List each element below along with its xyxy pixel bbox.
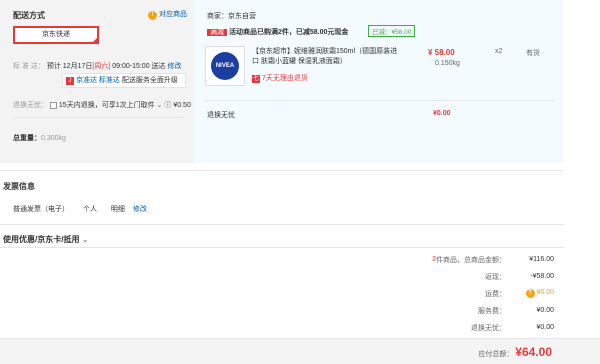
invoice-row: 普通发票（电子） 个人 明细 修改 xyxy=(13,204,147,214)
weight-value: 0.300kg xyxy=(41,135,66,142)
return7-icon: 七 xyxy=(252,75,260,83)
return-info-icon[interactable]: ⓘ xyxy=(164,102,171,109)
total-label: 应付总额： xyxy=(478,351,514,358)
product-title[interactable]: 【京东超市】妮维雅润肤霜150ml（德国原装进口 肤霜小蓝罐 保湿乳液面霜） xyxy=(252,47,404,67)
summary-freight-row: 运费： ? ¥6.00 xyxy=(340,285,554,302)
jd-badge-icon: J xyxy=(66,77,74,85)
divider xyxy=(13,117,183,118)
saved-tag: 已减：¥58.00 xyxy=(368,25,416,37)
selected-corner-icon xyxy=(91,36,99,44)
summary-service-row: 服务费： ¥0.00 xyxy=(340,302,554,319)
eta-date: 预计 12月17日 xyxy=(46,63,93,70)
return-label: 退换无忧： xyxy=(13,102,48,109)
info-icon: ! xyxy=(148,11,157,20)
shipping-method-option[interactable]: 京东快递 xyxy=(13,26,99,44)
summary-items-row: 2 件商品，总商品金额： ¥116.00 xyxy=(340,251,554,268)
summary-discount-row: 返现： -¥58.00 xyxy=(340,268,554,285)
service-label: 服务费： xyxy=(478,307,506,315)
coupon-toggle[interactable]: 使用优惠/京东卡/抵用 ⌄ xyxy=(3,234,88,245)
product-qty: x2 xyxy=(495,48,503,55)
eta-edit-link[interactable]: 修改 xyxy=(167,63,181,70)
noworry-label: 退换无忧 xyxy=(207,112,235,119)
total-bar: 应付总额： ¥64.00 xyxy=(0,338,600,364)
discount-value: -¥58.00 xyxy=(530,273,554,280)
divider xyxy=(0,247,564,248)
invoice-detail: 明细 xyxy=(110,206,125,213)
eta-day: [周六] xyxy=(92,63,111,70)
divider xyxy=(205,100,555,101)
nivea-logo: NIVEA xyxy=(211,52,239,80)
return-checkbox[interactable] xyxy=(49,101,57,109)
eta-label: 标 准 达： xyxy=(13,63,45,70)
weight-label: 总重量： xyxy=(13,135,41,142)
return7-row: 七 7天无理由退货 xyxy=(252,73,308,83)
return-text: 15天内退换，可享1次上门取件 xyxy=(58,102,155,109)
freight-value: ¥6.00 xyxy=(536,289,554,296)
total-value: ¥64.00 xyxy=(515,345,552,359)
freight-label: 运费： xyxy=(485,290,506,298)
noworry-price: ¥0.00 xyxy=(433,110,451,117)
product-weight: 0.150kg xyxy=(435,60,460,67)
shipping-panel: 配送方式 ! 对应商品 京东快递 标 准 达： 预计 12月17日[周六] 09… xyxy=(0,0,194,163)
invoice-type: 普通发票（电子） xyxy=(13,206,69,213)
chevron-down-icon: ⌄ xyxy=(81,235,89,244)
seller-name: 商家：京东自营 xyxy=(207,13,256,20)
shipping-method-label: 京东快递 xyxy=(42,31,70,38)
coupon-title: 使用优惠/京东卡/抵用 xyxy=(3,235,80,244)
invoice-holder: 个人 xyxy=(82,206,97,213)
promo-text: 活动商品已购满2件，已减58.00元现金 xyxy=(228,29,349,36)
eta-row: 标 准 达： 预计 12月17日[周六] 09:00-15:00 送达 修改 xyxy=(13,61,181,71)
product-price: ¥ 58.00 xyxy=(428,48,455,57)
product-stock: 有货 xyxy=(526,50,540,57)
return-chevron-icon[interactable]: ⌄ xyxy=(157,102,163,109)
product-image[interactable]: NIVEA xyxy=(205,46,245,86)
return7-text: 7天无理由退货 xyxy=(261,75,308,82)
total-row: 应付总额： ¥64.00 xyxy=(478,345,552,359)
upgrade-brand-1: 京准达 xyxy=(75,77,97,84)
items-label: 件商品，总商品金额： xyxy=(436,256,506,264)
matching-products-link[interactable]: ! 对应商品 xyxy=(148,9,187,20)
divider xyxy=(0,170,564,171)
promo-tag: 满减 xyxy=(207,29,227,36)
store-panel: 商家：京东自营 满减 活动商品已购满2件，已减58.00元现金 已减：¥58.0… xyxy=(194,0,564,163)
return-price: ¥0.50 xyxy=(173,102,191,109)
items-value: ¥116.00 xyxy=(529,256,554,263)
shipping-title: 配送方式 xyxy=(13,11,45,20)
divider xyxy=(0,224,564,225)
freight-info-icon[interactable]: ? xyxy=(525,289,535,298)
upgrade-brand-2: 标准达 xyxy=(98,77,120,84)
invoice-edit-link[interactable]: 修改 xyxy=(133,206,147,213)
promo-row: 满减 活动商品已购满2件，已减58.00元现金 xyxy=(207,27,348,37)
upgrade-text: 配送服务全面升级 xyxy=(121,77,178,84)
weight-row: 总重量：0.300kg xyxy=(13,133,66,143)
order-summary: 2 件商品，总商品金额： ¥116.00 返现： -¥58.00 运费： ? ¥… xyxy=(340,251,554,336)
invoice-title: 发票信息 xyxy=(3,182,35,191)
freight-value-wrap: ? ¥6.00 xyxy=(506,289,554,298)
service-value: ¥0.00 xyxy=(536,307,554,314)
summary-noworry-value: ¥0.00 xyxy=(536,324,554,331)
delivery-upgrade-banner: J 京准达 标准达 配送服务全面升级 xyxy=(62,73,186,88)
summary-noworry-label: 退换无忧： xyxy=(471,324,506,332)
discount-label: 返现： xyxy=(485,273,506,281)
return-service-row: 退换无忧： 15天内退换，可享1次上门取件 ⌄ ⓘ ¥0.50 xyxy=(13,100,191,110)
summary-noworry-row: 退换无忧： ¥0.00 xyxy=(340,319,554,336)
eta-time: 09:00-15:00 送达 xyxy=(112,63,166,70)
